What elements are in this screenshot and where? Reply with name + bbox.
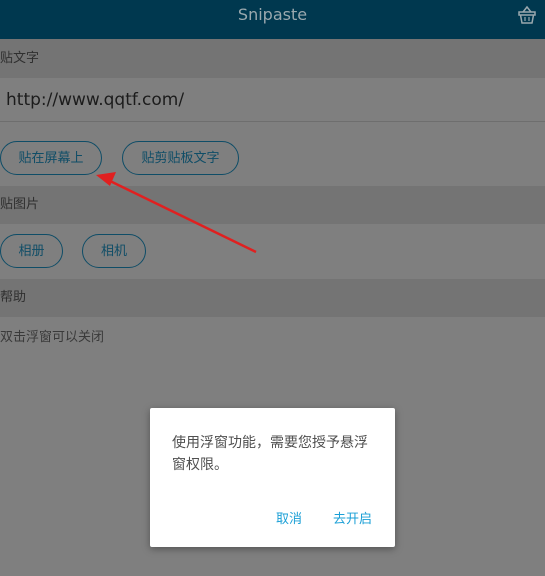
section-header-image: 贴图片 (0, 186, 545, 224)
help-tip: 双击浮窗可以关闭 (0, 330, 105, 345)
dialog-message: 使用浮窗功能，需要您授予悬浮窗权限。 (172, 435, 368, 473)
section-header-text: 贴文字 (0, 39, 545, 78)
paste-clipboard-text-button[interactable]: 贴剪贴板文字 (122, 141, 239, 175)
basket-icon[interactable] (517, 5, 537, 25)
paste-to-screen-button[interactable]: 贴在屏幕上 (0, 141, 102, 175)
camera-button[interactable]: 相机 (82, 234, 146, 268)
album-button[interactable]: 相册 (0, 234, 63, 268)
app-title: Snipaste (237, 5, 308, 24)
enable-button[interactable]: 去开启 (333, 508, 372, 527)
app-bar: Snipaste (0, 0, 545, 39)
cancel-button[interactable]: 取消 (276, 508, 302, 527)
section-header-help: 帮助 (0, 279, 545, 317)
permission-dialog: 使用浮窗功能，需要您授予悬浮窗权限。 取消 去开启 (150, 408, 395, 547)
divider (0, 121, 545, 122)
url-input[interactable] (0, 78, 545, 122)
